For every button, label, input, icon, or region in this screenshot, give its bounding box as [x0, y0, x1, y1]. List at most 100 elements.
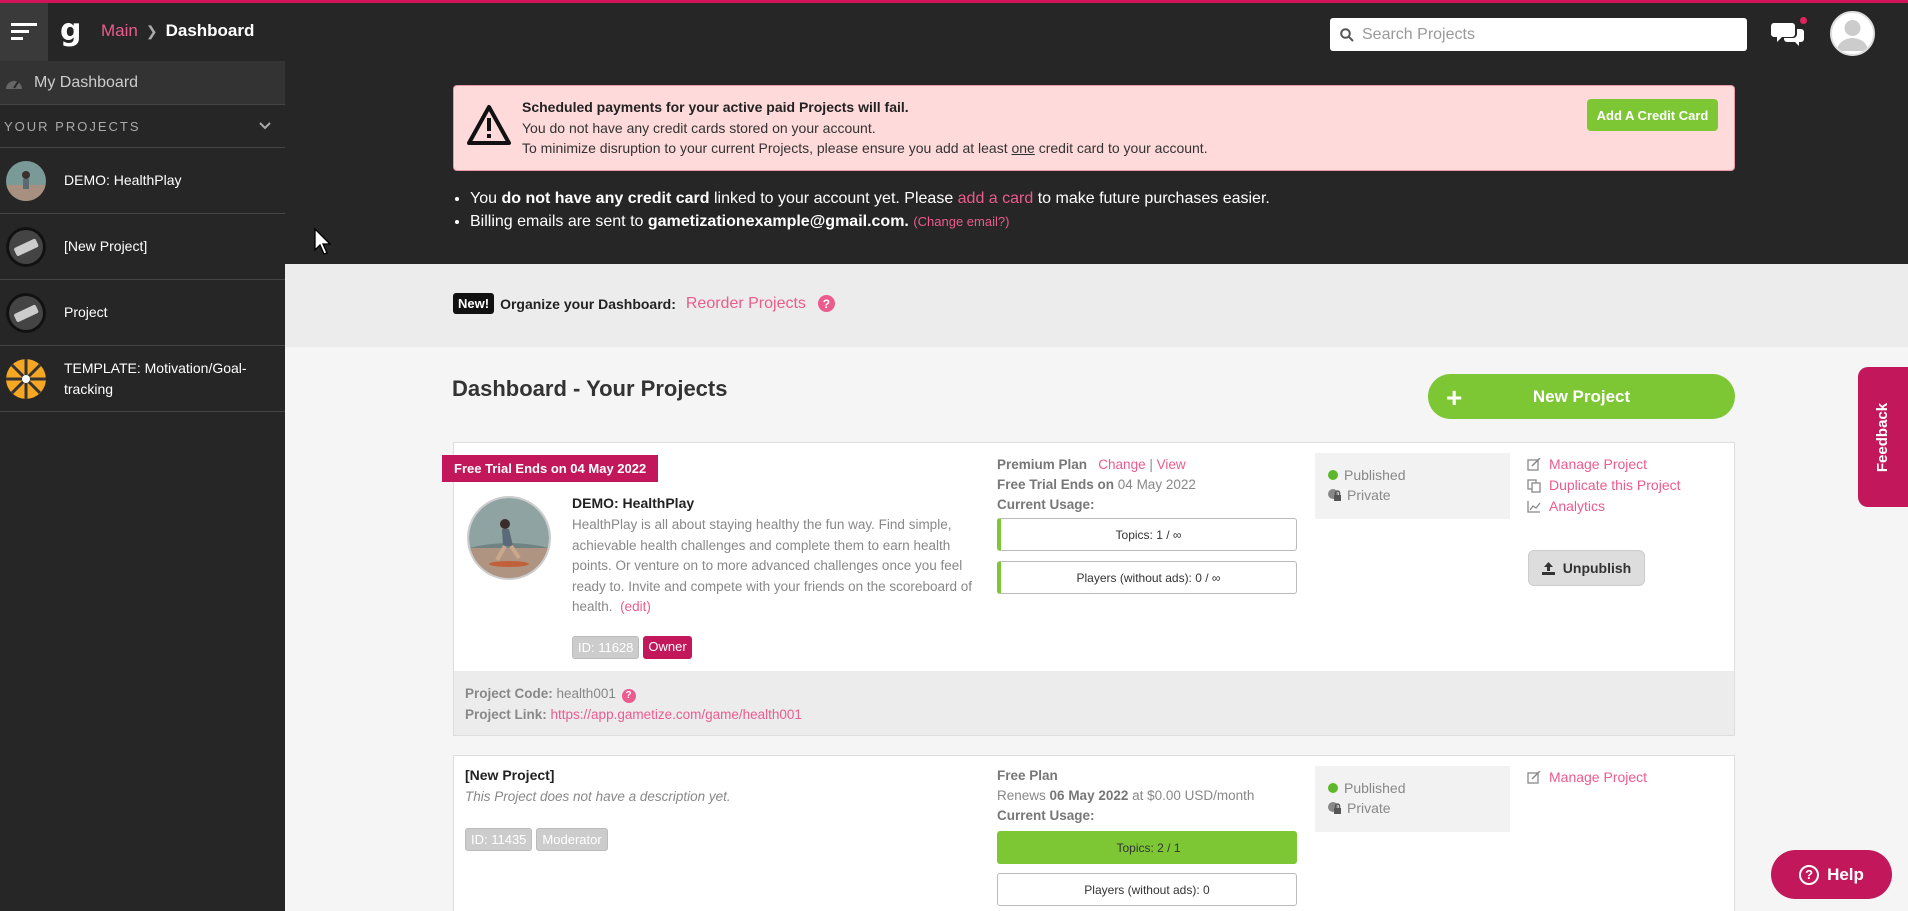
sidebar-item-demo-healthplay[interactable]: DEMO: HealthPlay: [0, 148, 285, 214]
project-avatar: [467, 496, 551, 580]
plan-info: Premium Plan Change | View Free Trial En…: [997, 457, 1196, 512]
usage-topics-bar: Topics: 1 / ∞: [997, 518, 1297, 551]
sidebar: My Dashboard YOUR PROJECTS DEMO: HealthP…: [0, 61, 285, 911]
chevron-right-icon: ❯: [145, 22, 158, 39]
dashboard-gauge-icon: [6, 80, 22, 89]
feedback-tab[interactable]: Feedback: [1858, 367, 1908, 507]
question-circle-icon: ?: [1799, 864, 1820, 885]
usage-topics-bar: Topics: 2 / 1: [997, 831, 1297, 864]
reorder-row: New! Organize your Dashboard: Reorder Pr…: [453, 293, 835, 314]
project-tags: ID: 11435 Moderator: [465, 828, 608, 851]
usage-players-bar: Players (without ads): 0 / ∞: [997, 561, 1297, 594]
copy-icon: [1527, 478, 1541, 493]
project-description: This Project does not have a description…: [465, 789, 731, 804]
project-link-label: Project Link:: [465, 707, 547, 722]
status-published: Published: [1344, 780, 1406, 796]
role-badge: Owner: [643, 636, 692, 659]
project-id-badge: ID: 11628: [572, 636, 640, 659]
project-id-badge: ID: 11435: [465, 828, 533, 851]
help-question-icon[interactable]: ?: [817, 295, 835, 312]
chat-bubbles-icon[interactable]: [1771, 17, 1807, 49]
breadcrumb-current: Dashboard: [165, 21, 255, 40]
analytics-link[interactable]: Analytics: [1527, 496, 1681, 517]
project-code-value: health001: [556, 686, 616, 701]
page-title: Dashboard - Your Projects: [452, 376, 728, 401]
manage-project-link[interactable]: Manage Project: [1527, 454, 1681, 475]
new-project-label: New Project: [1532, 386, 1631, 406]
mouse-cursor-icon: [314, 228, 332, 255]
your-projects-header[interactable]: YOUR PROJECTS: [0, 105, 285, 148]
search-input[interactable]: [1362, 25, 1742, 44]
warning-triangle-icon: [467, 105, 511, 145]
billing-credit-card-note: You do not have any credit card linked t…: [470, 190, 1270, 208]
sidebar-item-new-project[interactable]: [New Project]: [0, 214, 285, 280]
alert-line2: To minimize disruption to your current P…: [522, 140, 1208, 156]
sidebar-item-label: DEMO: HealthPlay: [64, 172, 182, 188]
project-thumbnail: [6, 292, 46, 333]
change-email-link[interactable]: (Change email?): [913, 214, 1009, 229]
sidebar-item-label: TEMPLATE: Motivation/Goal-tracking: [64, 359, 247, 397]
alert-title: Scheduled payments for your active paid …: [522, 99, 909, 115]
published-dot-icon: [1328, 470, 1338, 480]
plan-name: Free Plan: [997, 768, 1058, 783]
project-code-footer: Project Code: health001 ? Project Link: …: [454, 671, 1734, 735]
project-card: [New Project] This Project does not have…: [453, 755, 1735, 911]
upload-icon: [1541, 561, 1555, 575]
new-badge: New!: [453, 293, 495, 314]
gametize-logo[interactable]: g: [60, 13, 81, 48]
sidebar-item-label: Project: [64, 304, 108, 320]
billing-email-note: Billing emails are sent to gametizatione…: [470, 213, 1270, 231]
status-published: Published: [1344, 467, 1406, 483]
project-thumbnail: [6, 358, 46, 399]
unpublish-button[interactable]: Unpublish: [1528, 550, 1645, 586]
plan-change-link[interactable]: Change: [1098, 457, 1145, 472]
usage-label: Current Usage:: [997, 808, 1095, 823]
chevron-down-icon: [259, 122, 271, 130]
project-name: DEMO: HealthPlay: [572, 495, 695, 511]
search-icon: [1340, 27, 1354, 42]
edit-icon: [1527, 771, 1541, 784]
search-box: [1330, 18, 1747, 51]
sidebar-item-project[interactable]: Project: [0, 280, 285, 346]
trial-ribbon: Free Trial Ends on 04 May 2022: [442, 455, 659, 482]
plan-name: Premium Plan: [997, 457, 1088, 472]
manage-project-link[interactable]: Manage Project: [1527, 767, 1647, 788]
help-label: Help: [1827, 864, 1864, 884]
project-name: [New Project]: [465, 767, 555, 783]
breadcrumb: Main ❯ Dashboard: [101, 21, 254, 41]
project-description: HealthPlay is all about staying healthy …: [572, 517, 972, 614]
hamburger-menu-icon[interactable]: [0, 3, 48, 61]
top-bar: g Main ❯ Dashboard: [0, 0, 1908, 61]
chart-line-icon: [1527, 501, 1541, 513]
sidebar-dashboard-label: My Dashboard: [34, 73, 139, 91]
add-credit-card-button[interactable]: Add A Credit Card: [1587, 99, 1718, 131]
user-avatar[interactable]: [1830, 11, 1875, 56]
reorder-label: Organize your Dashboard:: [500, 295, 676, 312]
payment-alert: Scheduled payments for your active paid …: [453, 85, 1735, 171]
usage-players-bar: Players (without ads): 0: [997, 873, 1297, 906]
sidebar-item-template-motivation[interactable]: TEMPLATE: Motivation/Goal-tracking: [0, 346, 285, 412]
add-a-card-link[interactable]: add a card: [958, 190, 1034, 207]
edit-description-link[interactable]: (edit): [620, 599, 651, 614]
project-actions: Manage Project: [1527, 767, 1647, 788]
project-thumbnail: [6, 160, 46, 201]
status-private: Private: [1347, 487, 1391, 503]
reorder-projects-link[interactable]: Reorder Projects: [686, 295, 806, 313]
new-project-button[interactable]: + New Project: [1428, 374, 1735, 419]
project-card: Free Trial Ends on 04 May 2022 DEMO: Hea…: [442, 442, 1735, 736]
sidebar-item-my-dashboard[interactable]: My Dashboard: [0, 61, 285, 105]
project-code-label: Project Code:: [465, 686, 553, 701]
project-actions: Manage Project Duplicate this Project An…: [1527, 454, 1681, 517]
project-thumbnail: [6, 226, 46, 267]
your-projects-label: YOUR PROJECTS: [4, 118, 141, 134]
breadcrumb-main-link[interactable]: Main: [101, 21, 138, 41]
help-button[interactable]: ? Help: [1771, 850, 1892, 899]
project-link-url[interactable]: https://app.gametize.com/game/health001: [551, 707, 802, 722]
plan-view-link[interactable]: View: [1157, 457, 1186, 472]
alert-line1: You do not have any credit cards stored …: [522, 120, 876, 136]
duplicate-project-link[interactable]: Duplicate this Project: [1527, 475, 1681, 496]
project-tags: ID: 11628 Owner: [572, 636, 692, 659]
notification-dot: [1800, 17, 1807, 24]
usage-label: Current Usage:: [997, 497, 1095, 512]
help-question-icon[interactable]: ?: [621, 688, 636, 703]
